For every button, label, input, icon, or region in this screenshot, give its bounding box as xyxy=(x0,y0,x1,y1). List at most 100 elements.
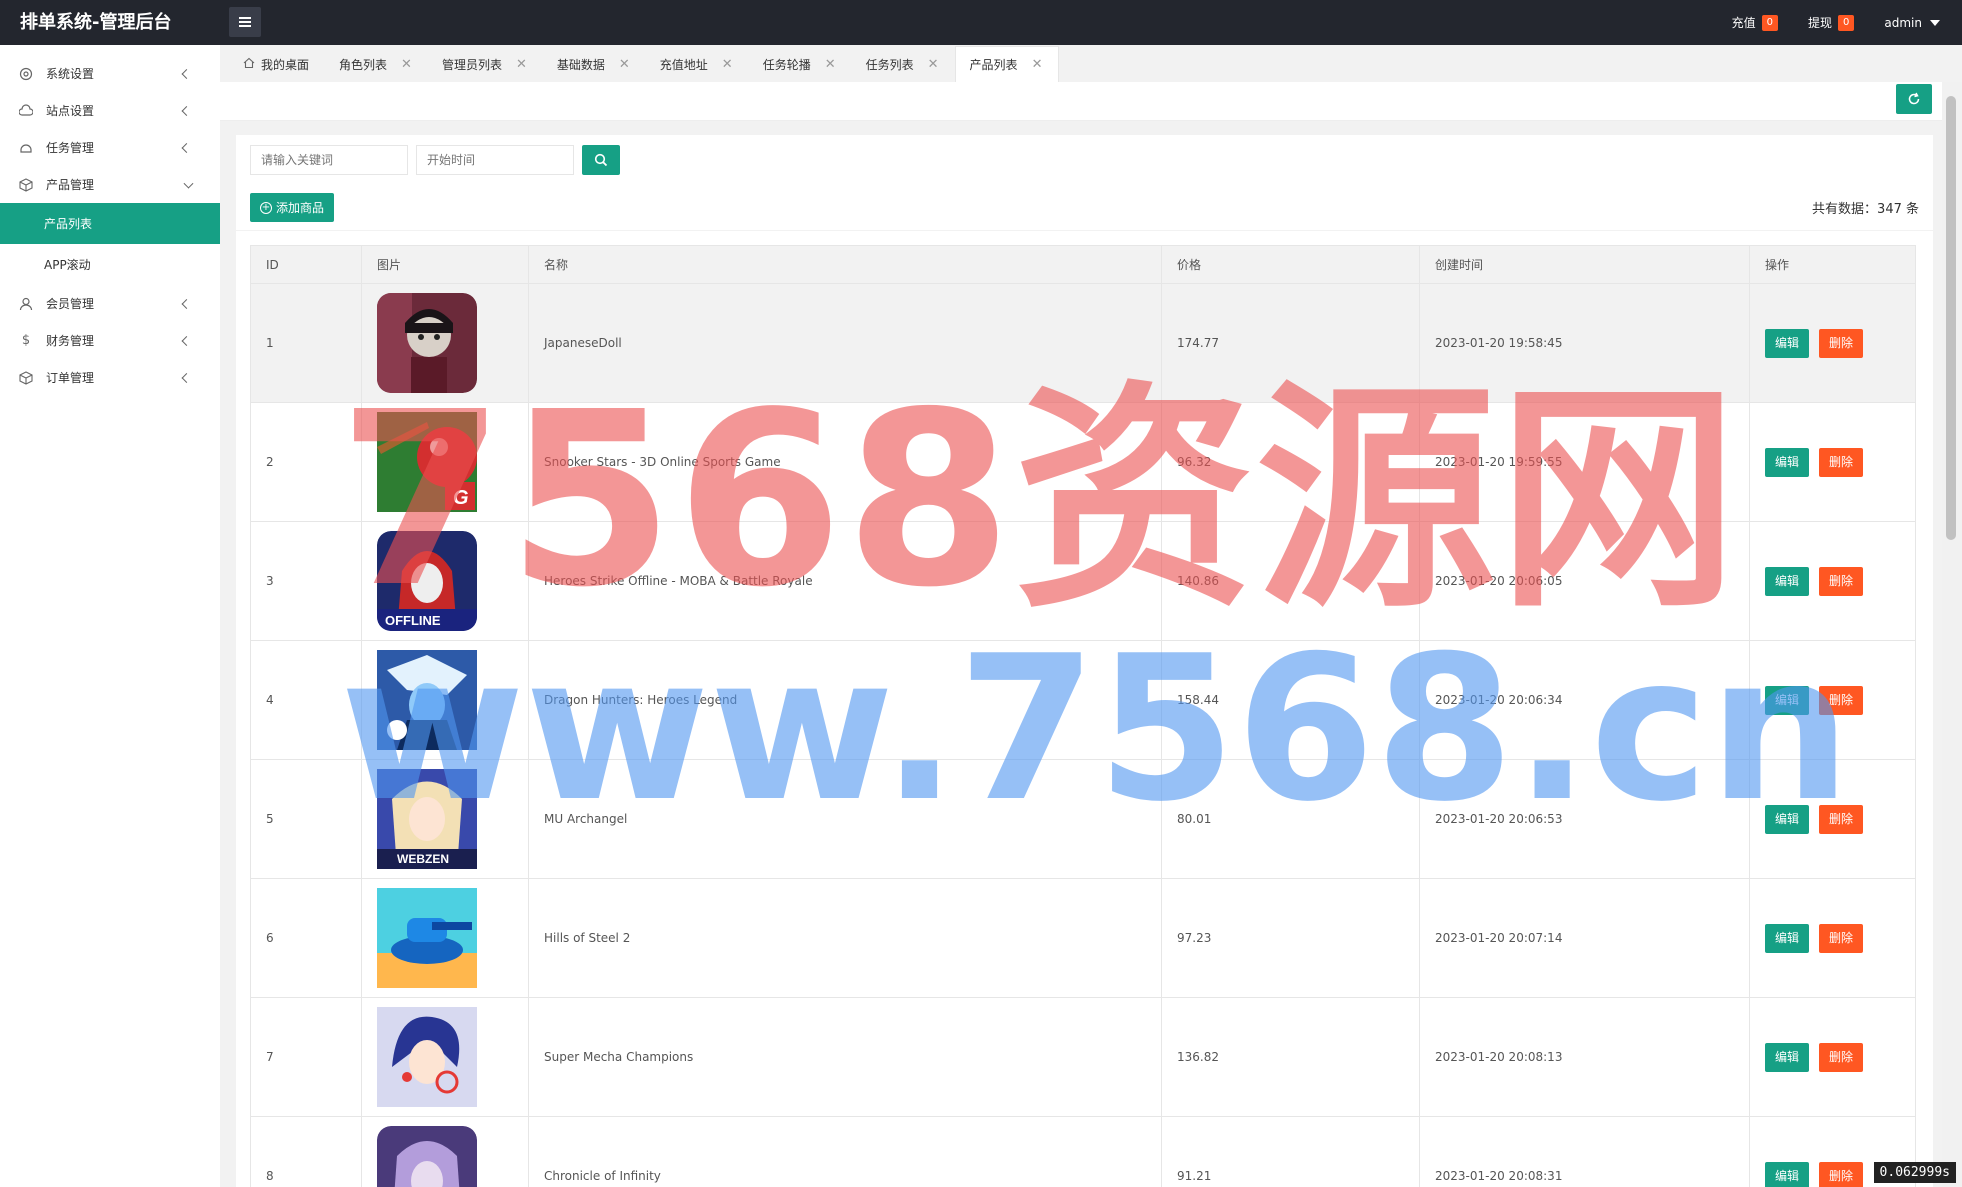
sidebar-subitem-label: 产品列表 xyxy=(44,217,93,231)
edit-button[interactable]: 编辑 xyxy=(1765,447,1810,477)
keyword-input[interactable] xyxy=(250,145,408,175)
sidebar-item-finance-management[interactable]: $ 财务管理 xyxy=(0,322,220,359)
tab-task-list[interactable]: 任务列表 ✕ xyxy=(852,46,955,82)
close-icon[interactable]: ✕ xyxy=(722,57,733,72)
sidebar-item-order-management[interactable]: 订单管理 xyxy=(0,359,220,396)
chevron-down-icon xyxy=(183,178,194,189)
sidebar-subitem-app-scroll[interactable]: APP滚动 xyxy=(0,244,220,285)
withdraw-link[interactable]: 提现 0 xyxy=(1808,14,1855,31)
chevron-left-icon xyxy=(181,298,192,309)
product-table: ID 图片 名称 价格 创建时间 操作 1 JapaneseDoll 174.7… xyxy=(250,245,1916,1187)
close-icon[interactable]: ✕ xyxy=(825,57,836,72)
tab-recharge-address[interactable]: 充值地址 ✕ xyxy=(646,46,749,82)
divider xyxy=(236,230,1933,231)
tab-basic-data[interactable]: 基础数据 ✕ xyxy=(543,46,646,82)
row-created: 2023-01-20 20:08:13 xyxy=(1419,997,1750,1117)
row-price: 158.44 xyxy=(1161,640,1420,760)
sidebar-subitem-product-list[interactable]: 产品列表 xyxy=(0,203,220,244)
col-name: 名称 xyxy=(528,245,1162,284)
sidebar-item-member-management[interactable]: 会员管理 xyxy=(0,285,220,322)
sidebar-item-task-management[interactable]: 任务管理 xyxy=(0,129,220,166)
chevron-left-icon xyxy=(181,142,192,153)
delete-button[interactable]: 删除 xyxy=(1819,1042,1864,1072)
tab-product-list[interactable]: 产品列表 ✕ xyxy=(954,46,1060,82)
row-id: 7 xyxy=(250,997,362,1117)
delete-button[interactable]: 删除 xyxy=(1819,804,1864,834)
sidebar-item-label: 系统设置 xyxy=(46,67,95,81)
menu-toggle-button[interactable] xyxy=(229,7,261,37)
col-id: ID xyxy=(250,245,362,284)
delete-button[interactable]: 删除 xyxy=(1819,1161,1864,1187)
edit-button[interactable]: 编辑 xyxy=(1765,685,1810,715)
edit-button[interactable]: 编辑 xyxy=(1765,1042,1810,1072)
search-button[interactable] xyxy=(582,145,620,175)
row-actions: 编辑 删除 xyxy=(1749,402,1916,522)
page-scrollbar[interactable] xyxy=(1942,82,1962,1187)
close-icon[interactable]: ✕ xyxy=(401,57,412,72)
delete-button[interactable]: 删除 xyxy=(1819,447,1864,477)
start-time-input[interactable] xyxy=(416,145,574,175)
delete-button[interactable]: 删除 xyxy=(1819,923,1864,953)
table-row: 7 Super Mecha Champions 136.82 2023-01-2… xyxy=(250,997,1916,1117)
edit-button[interactable]: 编辑 xyxy=(1765,923,1810,953)
withdraw-label: 提现 xyxy=(1808,16,1833,30)
user-menu[interactable]: admin xyxy=(1884,16,1940,30)
tab-role-list[interactable]: 角色列表 ✕ xyxy=(325,46,428,82)
table-row: 4 Dragon Hunters: Heroes Legend 158.44 2… xyxy=(250,640,1916,760)
dollar-icon: $ xyxy=(21,333,31,348)
row-image-cell xyxy=(361,283,529,403)
delete-button[interactable]: 删除 xyxy=(1819,685,1864,715)
row-name: Dragon Hunters: Heroes Legend xyxy=(528,640,1162,760)
row-id: 5 xyxy=(250,759,362,879)
table-header-row: ID 图片 名称 价格 创建时间 操作 xyxy=(250,245,1916,284)
product-thumbnail xyxy=(377,1126,477,1187)
cloud-icon xyxy=(18,103,34,119)
row-created: 2023-01-20 20:06:05 xyxy=(1419,521,1750,641)
tab-label: 任务轮播 xyxy=(762,57,811,72)
close-icon[interactable]: ✕ xyxy=(516,57,527,72)
table-row: 2 G Snooker Stars - 3D Online Sports Gam… xyxy=(250,402,1916,522)
row-price: 80.01 xyxy=(1161,759,1420,879)
sidebar: 系统设置 站点设置 任务管理 产品管理 产品列表 APP滚动 会员管理 $ 财务… xyxy=(0,45,220,1187)
sidebar-item-site-settings[interactable]: 站点设置 xyxy=(0,92,220,129)
edit-button[interactable]: 编辑 xyxy=(1765,804,1810,834)
row-price: 174.77 xyxy=(1161,283,1420,403)
tab-label: 产品列表 xyxy=(969,58,1018,72)
add-product-button[interactable]: + 添加商品 xyxy=(250,193,335,222)
table-row: 8 Chronicle of Infinity 91.21 2023-01-20… xyxy=(250,1116,1916,1187)
close-icon[interactable]: ✕ xyxy=(619,57,630,72)
offline-text: OFFLINE xyxy=(385,613,441,628)
row-actions: 编辑 删除 xyxy=(1749,997,1916,1117)
row-image-cell xyxy=(361,997,529,1117)
col-image: 图片 xyxy=(361,245,529,284)
sidebar-item-product-management[interactable]: 产品管理 xyxy=(0,166,220,203)
home-icon xyxy=(243,57,255,72)
edit-button[interactable]: 编辑 xyxy=(1765,566,1810,596)
delete-button[interactable]: 删除 xyxy=(1819,328,1864,358)
close-icon[interactable]: ✕ xyxy=(928,57,939,72)
tab-bar: 我的桌面 角色列表 ✕ 管理员列表 ✕ 基础数据 ✕ 充值地址 ✕ 任务轮播 ✕ 任务列表… xyxy=(220,45,1962,82)
row-name: Heroes Strike Offline - MOBA & Battle Ro… xyxy=(528,521,1162,641)
recharge-link[interactable]: 充值 0 xyxy=(1732,14,1778,31)
row-id: 1 xyxy=(250,283,362,403)
tab-admin-list[interactable]: 管理员列表 ✕ xyxy=(428,46,543,82)
sidebar-item-system-settings[interactable]: 系统设置 xyxy=(0,55,220,92)
search-form xyxy=(250,145,620,175)
tab-label: 基础数据 xyxy=(556,57,605,72)
row-actions: 编辑 删除 xyxy=(1749,759,1916,879)
close-icon[interactable]: ✕ xyxy=(1032,57,1043,72)
edit-button[interactable]: 编辑 xyxy=(1765,1161,1810,1187)
recharge-badge: 0 xyxy=(1761,14,1778,31)
tab-task-carousel[interactable]: 任务轮播 ✕ xyxy=(749,46,852,82)
scrollbar-thumb[interactable] xyxy=(1946,96,1956,540)
app-title: 排单系统-管理后台 xyxy=(20,12,172,33)
chevron-left-icon xyxy=(181,335,192,346)
tab-label: 我的桌面 xyxy=(261,57,310,72)
refresh-button[interactable] xyxy=(1896,84,1932,114)
chevron-left-icon xyxy=(181,372,192,383)
edit-button[interactable]: 编辑 xyxy=(1765,328,1810,358)
total-count: 共有数据：347 条 xyxy=(1812,202,1919,217)
gear-icon xyxy=(18,66,34,82)
delete-button[interactable]: 删除 xyxy=(1819,566,1864,596)
tab-desktop[interactable]: 我的桌面 xyxy=(229,46,325,82)
